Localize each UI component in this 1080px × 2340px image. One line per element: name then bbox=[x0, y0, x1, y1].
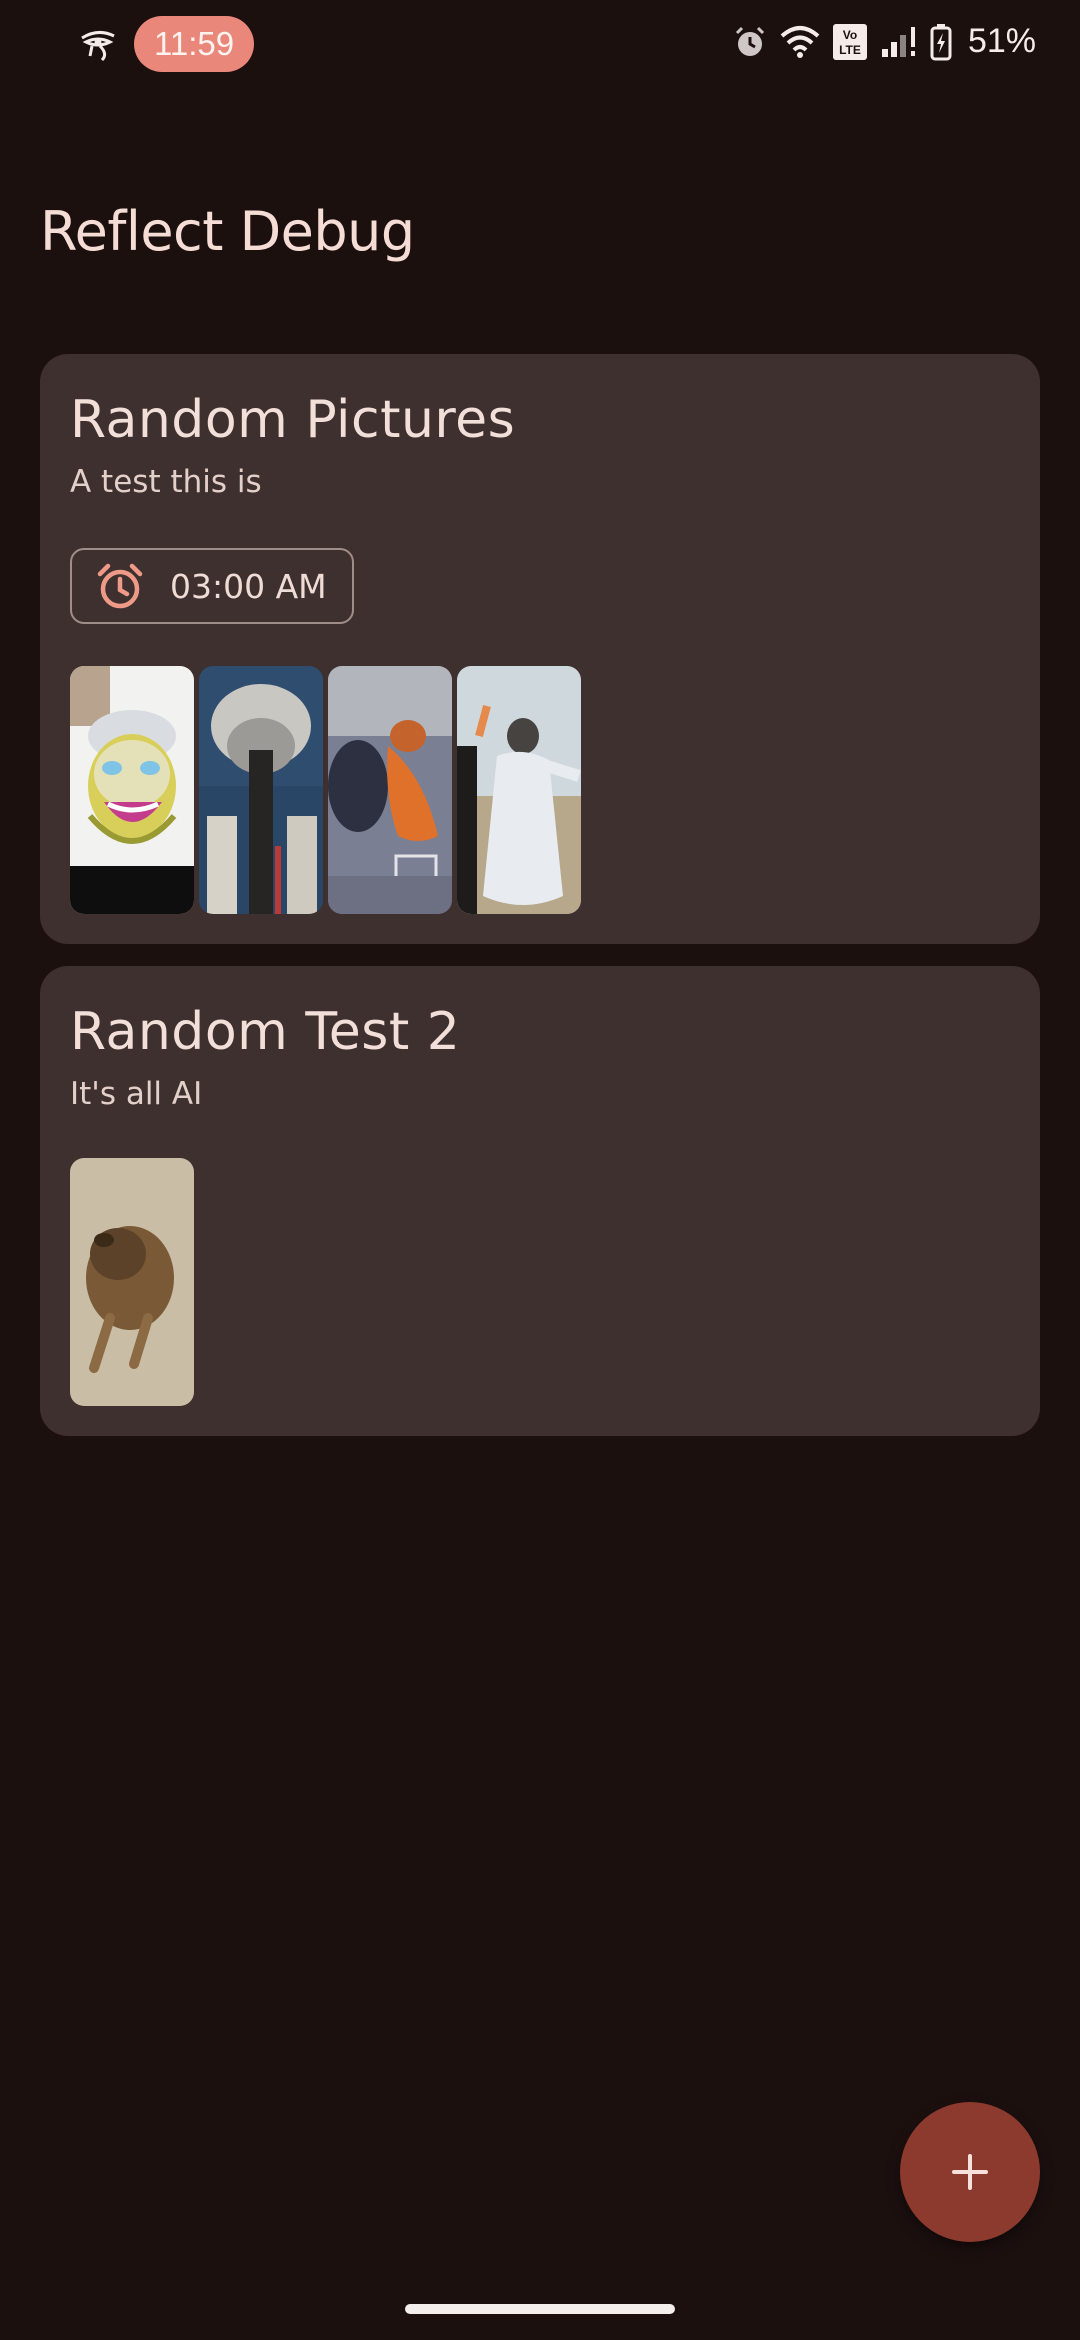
alarm-clock-icon bbox=[97, 563, 143, 609]
plus-icon bbox=[952, 2154, 988, 2190]
wifi-icon bbox=[780, 25, 820, 58]
sleeping-dog-image[interactable] bbox=[70, 1158, 194, 1406]
home-indicator[interactable] bbox=[405, 2304, 675, 2314]
card-title: Random Pictures bbox=[70, 390, 516, 450]
card-subtitle: A test this is bbox=[70, 464, 262, 500]
svg-text:Vo: Vo bbox=[843, 28, 857, 42]
page-title: Reflect Debug bbox=[40, 200, 415, 263]
status-left: 11:59 bbox=[78, 16, 255, 72]
battery-charging-icon bbox=[930, 23, 952, 60]
alarm-time-chip[interactable]: 03:00 AM bbox=[70, 548, 354, 624]
thumbnail-strip bbox=[70, 666, 581, 914]
status-right: Vo LTE 51% bbox=[732, 22, 1036, 61]
card-subtitle: It's all AI bbox=[70, 1076, 203, 1112]
battery-percentage: 51% bbox=[967, 22, 1036, 60]
status-bar: 11:59 Vo LTE 51% bbox=[0, 0, 1080, 90]
street-crowd-orange-image[interactable] bbox=[328, 666, 452, 914]
add-reflection-button[interactable] bbox=[900, 2102, 1040, 2242]
reflection-card-random-pictures[interactable]: Random Pictures A test this is 03:00 AM bbox=[40, 354, 1040, 944]
thumbnail-strip bbox=[70, 1158, 194, 1406]
reflection-card-random-test-2[interactable]: Random Test 2 It's all AI bbox=[40, 966, 1040, 1436]
status-time: 11:59 bbox=[134, 16, 255, 72]
white-dress-dancer-image[interactable] bbox=[457, 666, 581, 914]
card-title: Random Test 2 bbox=[70, 1002, 461, 1062]
signal-icon bbox=[881, 26, 915, 57]
eye-of-horus-icon bbox=[81, 31, 115, 62]
alarm-icon bbox=[735, 26, 764, 56]
volte-icon: Vo LTE bbox=[832, 23, 867, 60]
meme-face-image[interactable] bbox=[70, 666, 194, 914]
alarm-time-label: 03:00 AM bbox=[170, 566, 327, 606]
svg-text:LTE: LTE bbox=[839, 43, 861, 57]
gray-hair-figure-image[interactable] bbox=[199, 666, 323, 914]
